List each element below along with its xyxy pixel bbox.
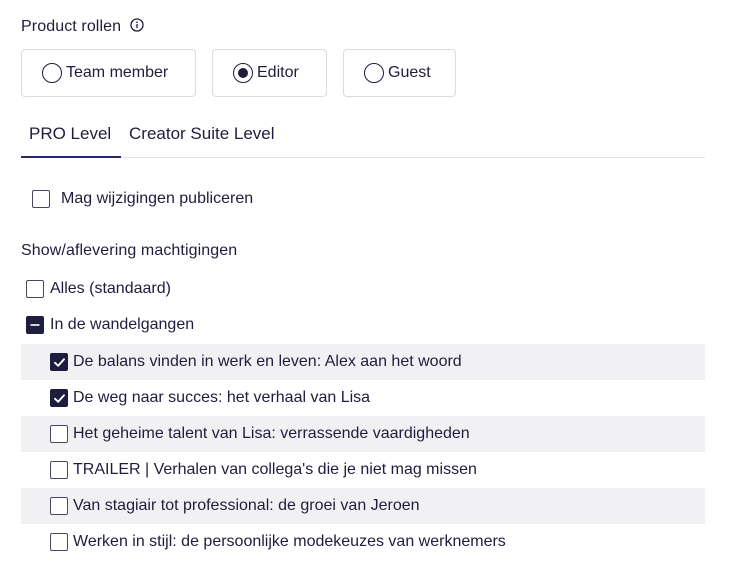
episode-list: De balans vinden in werk en leven: Alex … xyxy=(21,344,705,560)
role-option-label: Guest xyxy=(388,64,431,81)
episode-item[interactable]: Het geheime talent van Lisa: verrassende… xyxy=(21,416,705,452)
tab-creator-suite-level[interactable]: Creator Suite Level xyxy=(129,124,275,144)
tab-pro-level[interactable]: PRO Level xyxy=(29,124,111,144)
checkbox-unchecked-icon[interactable] xyxy=(50,497,68,515)
active-tab-indicator xyxy=(21,156,121,158)
role-option-editor[interactable]: Editor xyxy=(212,49,327,97)
episode-item[interactable]: De balans vinden in werk en leven: Alex … xyxy=(21,344,705,380)
episode-item[interactable]: TRAILER | Verhalen van collega's die je … xyxy=(21,452,705,488)
checkbox-unchecked-icon[interactable] xyxy=(32,190,50,208)
checkbox-unchecked-icon[interactable] xyxy=(50,533,68,551)
info-icon[interactable] xyxy=(130,18,144,37)
checkbox-checked-icon[interactable] xyxy=(50,353,68,371)
role-option-label: Team member xyxy=(66,64,169,81)
show-group-label: In de wandelgangen xyxy=(50,316,195,333)
role-option-team-member[interactable]: Team member xyxy=(21,49,196,97)
episode-label: De balans vinden in werk en leven: Alex … xyxy=(73,353,462,370)
publish-changes-option[interactable]: Mag wijzigingen publiceren xyxy=(32,190,253,208)
episode-label: TRAILER | Verhalen van collega's die je … xyxy=(73,461,477,478)
checkbox-unchecked-icon[interactable] xyxy=(26,280,44,298)
product-roles-group: Team member Editor Guest xyxy=(21,49,456,97)
episode-item[interactable]: De weg naar succes: het verhaal van Lisa xyxy=(21,380,705,416)
all-default-option[interactable]: Alles (standaard) xyxy=(26,280,171,298)
checkbox-unchecked-icon[interactable] xyxy=(50,461,68,479)
product-roles-label: Product rollen xyxy=(21,18,144,37)
radio-selected-icon[interactable] xyxy=(233,63,253,83)
episode-label: De weg naar succes: het verhaal van Lisa xyxy=(73,389,371,406)
role-option-guest[interactable]: Guest xyxy=(343,49,456,97)
episode-permissions-label: Show/aflevering machtigingen xyxy=(21,242,238,259)
all-default-label: Alles (standaard) xyxy=(50,280,171,297)
episode-label: Werken in stijl: de persoonlijke modekeu… xyxy=(73,533,506,550)
episode-label: Het geheime talent van Lisa: verrassende… xyxy=(73,425,470,442)
product-roles-label-text: Product rollen xyxy=(21,18,122,35)
role-option-label: Editor xyxy=(257,64,299,81)
checkbox-checked-icon[interactable] xyxy=(50,389,68,407)
episode-item[interactable]: Van stagiair tot professional: de groei … xyxy=(21,488,705,524)
checkbox-indeterminate-icon[interactable] xyxy=(26,316,44,334)
show-group-option[interactable]: In de wandelgangen xyxy=(26,316,194,334)
radio-unselected-icon[interactable] xyxy=(364,63,384,83)
checkbox-unchecked-icon[interactable] xyxy=(50,425,68,443)
episode-item[interactable]: Werken in stijl: de persoonlijke modekeu… xyxy=(21,524,705,560)
radio-unselected-icon[interactable] xyxy=(42,63,62,83)
level-tabs: PRO Level Creator Suite Level xyxy=(21,112,705,158)
episode-label: Van stagiair tot professional: de groei … xyxy=(73,497,420,514)
publish-changes-label: Mag wijzigingen publiceren xyxy=(61,190,254,207)
